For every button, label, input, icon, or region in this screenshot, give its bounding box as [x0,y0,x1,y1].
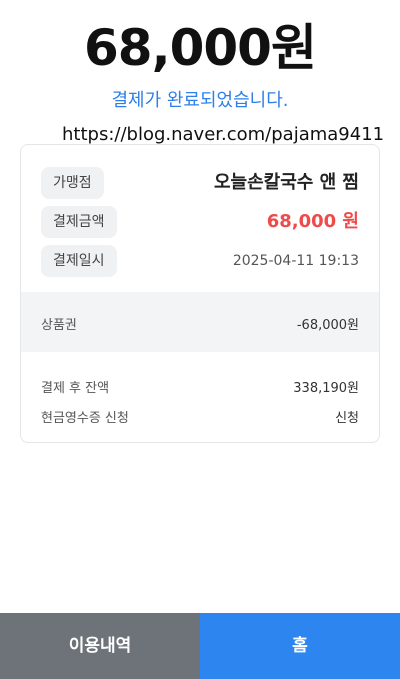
cash-receipt-label: 현금영수증 신청 [41,411,129,426]
cash-receipt-request-link[interactable]: 신청 [335,407,359,426]
home-button[interactable]: 홈 [200,613,400,679]
history-button[interactable]: 이용내역 [0,613,200,679]
voucher-label: 상품권 [41,318,77,333]
payment-complete-message: 결제가 완료되었습니다. [111,90,289,111]
amount-row: 결제금액 68,000 원 [21,206,379,240]
payment-amount-heading: 68,000원 [84,19,317,77]
amount-label-chip: 결제금액 [41,206,117,238]
voucher-section: 상품권 -68,000원 [21,292,379,352]
voucher-value: -68,000원 [296,318,359,333]
amount-value: 68,000 원 [266,211,359,232]
date-row: 결제일시 2025-04-11 19:13 [21,245,379,279]
blog-watermark-url: https://blog.naver.com/pajama9411 [62,124,385,145]
store-label-chip: 가맹점 [41,167,104,199]
balance-label: 결제 후 잔액 [41,381,110,396]
store-name: 오늘손칼국수 앤 찜 [213,172,359,193]
date-label-chip: 결제일시 [41,245,117,277]
store-row: 가맹점 오늘손칼국수 앤 찜 [21,167,379,201]
receipt-card: 가맹점 오늘손칼국수 앤 찜 결제금액 68,000 원 결제일시 2025-0… [20,144,380,443]
balance-value: 338,190원 [293,381,359,396]
date-value: 2025-04-11 19:13 [232,253,359,269]
